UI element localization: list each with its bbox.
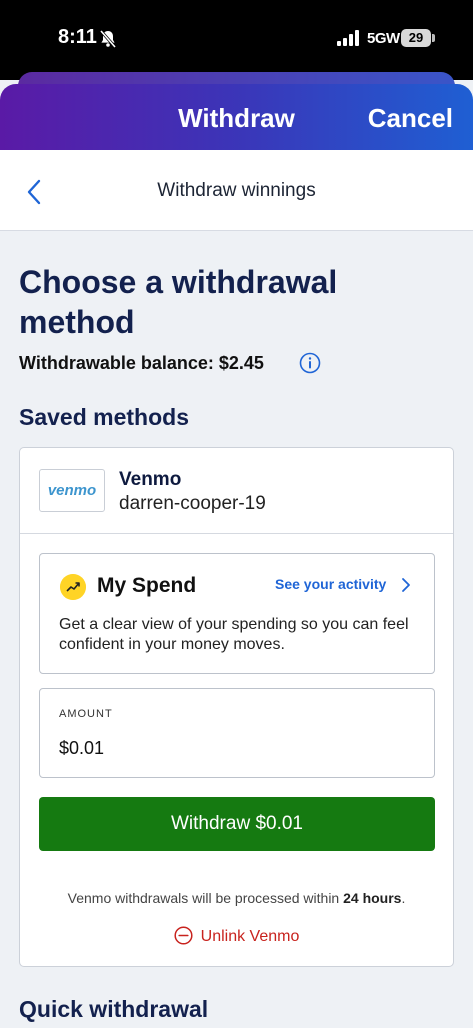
amount-label: AMOUNT [59, 708, 113, 720]
saved-methods-heading: Saved methods [19, 404, 189, 430]
saved-method-card: venmo Venmo darren-cooper-19 My Spend Se… [19, 447, 454, 967]
chevron-right-icon[interactable] [401, 577, 411, 593]
status-time: 8:11 [58, 26, 97, 48]
divider [20, 533, 453, 534]
battery-icon: 29 [401, 29, 431, 47]
my-spend-description: Get a clear view of your spending so you… [59, 616, 409, 653]
minus-circle-icon [174, 926, 193, 945]
notice-prefix: Venmo withdrawals will be processed with… [67, 890, 344, 906]
status-bar: 8:11 5GW 29 [0, 0, 473, 80]
unlink-label: Unlink Venmo [200, 928, 300, 945]
processing-notice: Venmo withdrawals will be processed with… [20, 890, 453, 906]
notice-time: 24 hours [343, 890, 402, 906]
page-title: Choose a withdrawal method [19, 264, 338, 340]
modal-header: Withdraw Cancel [0, 84, 473, 150]
amount-field[interactable]: AMOUNT $0.01 [39, 688, 435, 778]
see-activity-link[interactable]: See your activity [275, 576, 386, 592]
method-name: Venmo [119, 469, 182, 490]
bell-off-icon [99, 30, 117, 48]
venmo-logo: venmo [39, 469, 105, 512]
trending-up-icon [60, 574, 86, 600]
network-type: 5GW [367, 30, 400, 47]
amount-value[interactable]: $0.01 [59, 738, 104, 759]
withdrawable-balance: Withdrawable balance: $2.45 [19, 353, 264, 373]
my-spend-card: My Spend See your activity Get a clear v… [39, 553, 435, 674]
withdraw-button[interactable]: Withdraw $0.01 [39, 797, 435, 851]
unlink-venmo-button[interactable]: Unlink Venmo [20, 926, 453, 946]
cancel-button[interactable]: Cancel [368, 103, 453, 134]
notice-suffix: . [401, 890, 406, 906]
subnav-title: Withdraw winnings [157, 180, 316, 201]
method-handle: darren-cooper-19 [119, 493, 266, 514]
info-icon[interactable] [299, 352, 321, 374]
signal-icon [337, 30, 359, 46]
battery-tip [432, 34, 435, 42]
sub-navigation: Withdraw winnings [0, 150, 473, 231]
quick-withdrawal-heading: Quick withdrawal [19, 996, 209, 1022]
my-spend-title: My Spend [97, 574, 197, 597]
